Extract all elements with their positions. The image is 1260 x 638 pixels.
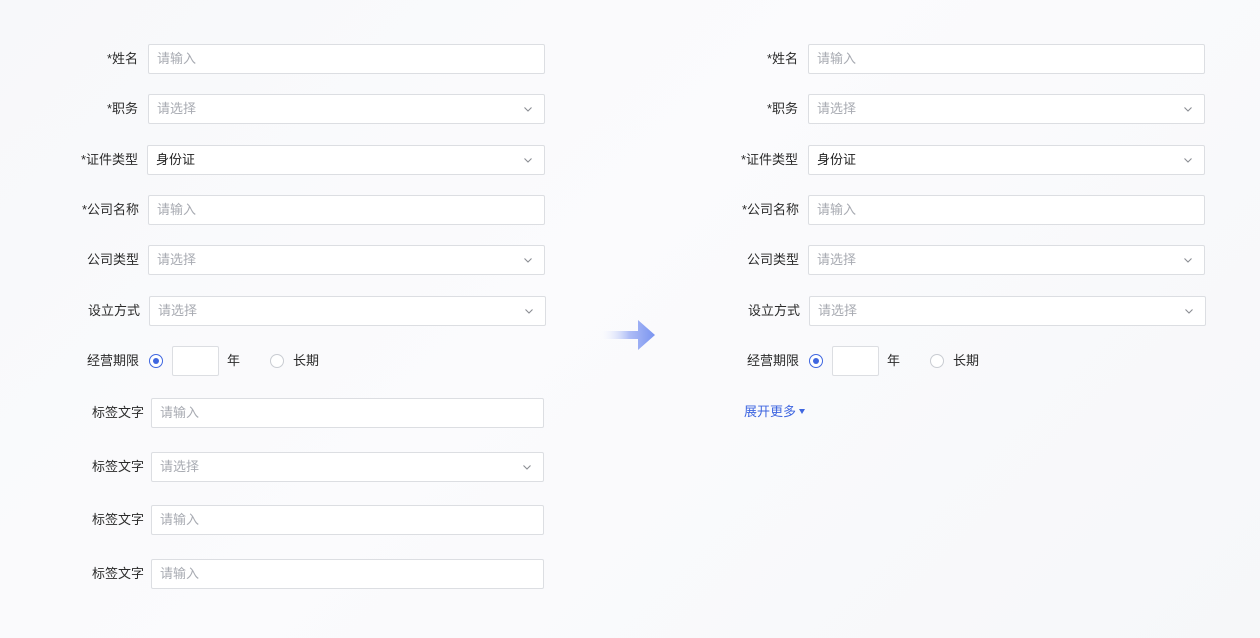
field-label: 公司类型	[86, 252, 139, 267]
field-label: 设立方式	[747, 303, 800, 318]
chevron-down-icon	[1184, 258, 1192, 263]
form-row-name: *姓名 请输入	[0, 44, 560, 74]
select-placeholder: 请选择	[157, 101, 197, 116]
form-row-tag-2: 标签文字 请选择	[0, 452, 560, 482]
chevron-down-icon	[1184, 158, 1192, 163]
company-name-input[interactable]: 请输入	[808, 195, 1205, 225]
form-row-position: *职务 请选择	[0, 94, 560, 124]
field-label: *姓名	[106, 51, 138, 66]
input-placeholder: 请输入	[157, 51, 197, 66]
company-type-select[interactable]: 请选择	[148, 245, 545, 275]
input-placeholder: 请输入	[817, 202, 857, 217]
field-label: 设立方式	[87, 303, 140, 318]
company-type-select[interactable]: 请选择	[808, 245, 1205, 275]
form-row-establishment: 设立方式 请选择	[0, 296, 560, 326]
form-row-company-name: *公司名称 请输入	[0, 195, 560, 225]
company-name-input[interactable]: 请输入	[148, 195, 545, 225]
field-label: *职务	[106, 101, 138, 116]
select-placeholder: 请选择	[818, 303, 858, 318]
input-placeholder: 请输入	[157, 202, 197, 217]
form-row-position: *职务 请选择	[660, 94, 1220, 124]
form-row-name: *姓名 请输入	[660, 44, 1220, 74]
form-row-company-type: 公司类型 请选择	[0, 245, 560, 275]
input-placeholder: 请输入	[817, 51, 857, 66]
select-value: 身份证	[156, 152, 196, 167]
id-type-select[interactable]: 身份证	[808, 145, 1205, 175]
years-unit-label: 年	[887, 353, 901, 368]
years-unit-label: 年	[227, 353, 241, 368]
establishment-select[interactable]: 请选择	[149, 296, 546, 326]
tag-input-4[interactable]: 请输入	[151, 559, 544, 589]
chevron-down-icon	[1184, 107, 1192, 112]
form-row-business-period: 经营期限 年 长期	[0, 346, 560, 376]
period-years-radio[interactable]	[149, 354, 163, 368]
period-long-term-radio[interactable]	[930, 354, 944, 368]
select-placeholder: 请选择	[817, 101, 857, 116]
establishment-select[interactable]: 请选择	[809, 296, 1206, 326]
tag-input-3[interactable]: 请输入	[151, 505, 544, 535]
field-label: *公司名称	[741, 202, 799, 217]
tag-select-2[interactable]: 请选择	[151, 452, 544, 482]
input-placeholder: 请输入	[160, 566, 200, 581]
chevron-down-icon	[524, 158, 532, 163]
field-label: *证件类型	[740, 152, 798, 167]
select-placeholder: 请选择	[160, 459, 200, 474]
field-label: 经营期限	[746, 353, 799, 368]
field-label: *证件类型	[80, 152, 138, 167]
form-row-business-period: 经营期限 年 长期	[660, 346, 1220, 376]
field-label: 标签文字	[91, 566, 144, 581]
select-value: 身份证	[817, 152, 857, 167]
field-label: *公司名称	[81, 202, 139, 217]
field-label: 经营期限	[86, 353, 139, 368]
select-placeholder: 请选择	[817, 252, 857, 267]
caret-down-icon	[799, 409, 806, 414]
tag-input-1[interactable]: 请输入	[151, 398, 544, 428]
chevron-down-icon	[1185, 309, 1193, 314]
field-label: 公司类型	[746, 252, 799, 267]
field-label: 标签文字	[91, 459, 144, 474]
arrow-right-icon	[598, 320, 655, 350]
field-label: 标签文字	[91, 405, 144, 420]
form-row-company-type: 公司类型 请选择	[660, 245, 1220, 275]
form-row-establishment: 设立方式 请选择	[660, 296, 1220, 326]
years-input[interactable]	[832, 346, 879, 376]
form-row-id-type: *证件类型 身份证	[660, 145, 1220, 175]
form-row-tag-1: 标签文字 请输入	[0, 398, 560, 428]
chevron-down-icon	[525, 309, 533, 314]
form-row-tag-3: 标签文字 请输入	[0, 505, 560, 535]
select-placeholder: 请选择	[158, 303, 198, 318]
period-long-term-radio[interactable]	[270, 354, 284, 368]
form-row-company-name: *公司名称 请输入	[660, 195, 1220, 225]
years-input[interactable]	[172, 346, 219, 376]
input-placeholder: 请输入	[160, 512, 200, 527]
select-placeholder: 请选择	[157, 252, 197, 267]
chevron-down-icon	[523, 465, 531, 470]
period-years-radio[interactable]	[809, 354, 823, 368]
chevron-down-icon	[524, 258, 532, 263]
field-label: *姓名	[766, 51, 798, 66]
name-input[interactable]: 请输入	[808, 44, 1205, 74]
expand-more-label: 展开更多	[744, 404, 797, 419]
field-label: *职务	[766, 101, 798, 116]
form-row-tag-4: 标签文字 请输入	[0, 559, 560, 589]
input-placeholder: 请输入	[160, 405, 200, 420]
id-type-select[interactable]: 身份证	[147, 145, 545, 175]
form-row-id-type: *证件类型 身份证	[0, 145, 560, 175]
field-label: 标签文字	[91, 512, 144, 527]
long-term-label: 长期	[293, 353, 320, 368]
expand-more-link[interactable]: 展开更多	[744, 401, 806, 420]
chevron-down-icon	[524, 107, 532, 112]
position-select[interactable]: 请选择	[808, 94, 1205, 124]
name-input[interactable]: 请输入	[148, 44, 545, 74]
position-select[interactable]: 请选择	[148, 94, 545, 124]
long-term-label: 长期	[953, 353, 980, 368]
